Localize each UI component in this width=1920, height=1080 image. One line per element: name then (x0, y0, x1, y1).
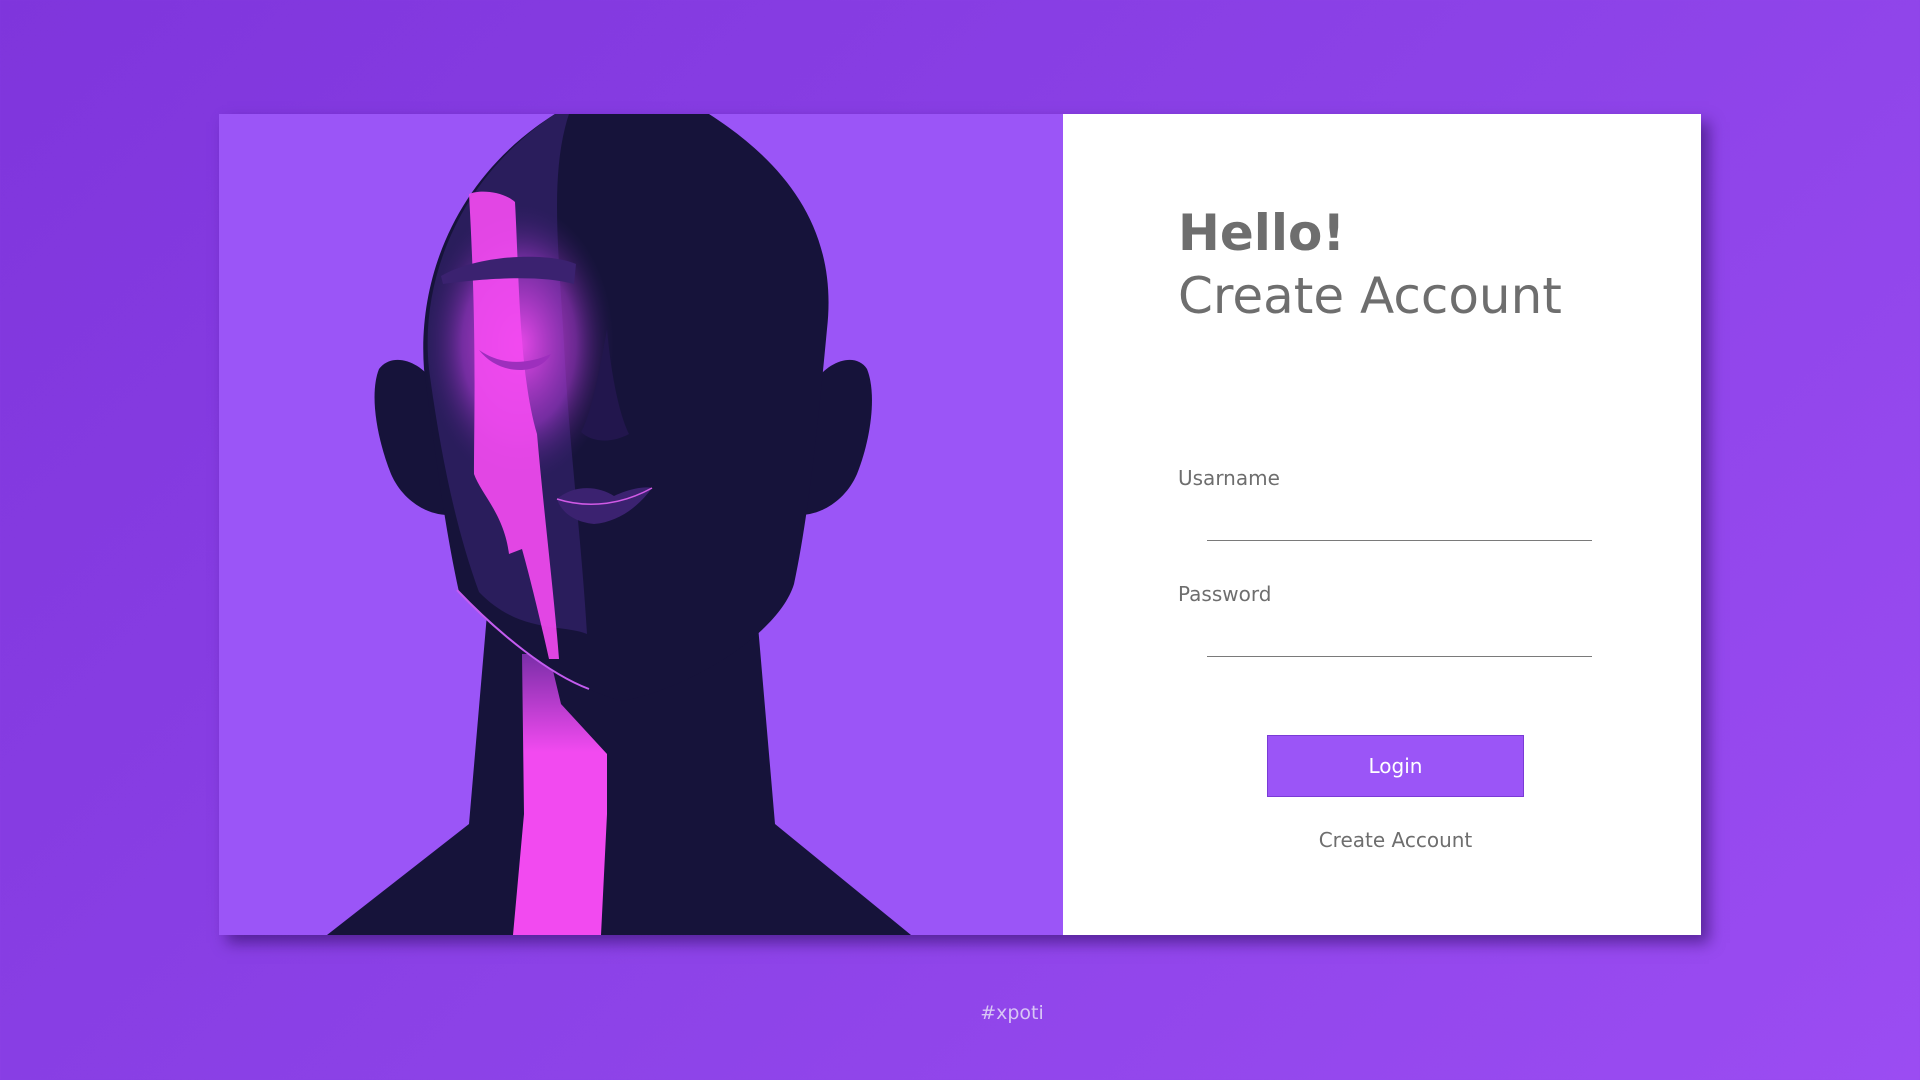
footer-tag: #xpoti (980, 1002, 1044, 1024)
create-account-link[interactable]: Create Account (1267, 828, 1524, 852)
username-label: Usarname (1178, 466, 1280, 490)
login-button[interactable]: Login (1267, 735, 1524, 797)
page-title: Create Account (1178, 267, 1562, 325)
password-field[interactable] (1207, 622, 1592, 657)
username-field[interactable] (1207, 506, 1592, 541)
login-card: Hello! Create Account Usarname Password … (219, 114, 1701, 935)
password-label: Password (1178, 582, 1272, 606)
illustration-panel (219, 114, 1063, 935)
abstract-head-illustration (327, 114, 911, 935)
form-panel: Hello! Create Account Usarname Password … (1063, 114, 1701, 935)
greeting-heading: Hello! (1178, 204, 1346, 262)
